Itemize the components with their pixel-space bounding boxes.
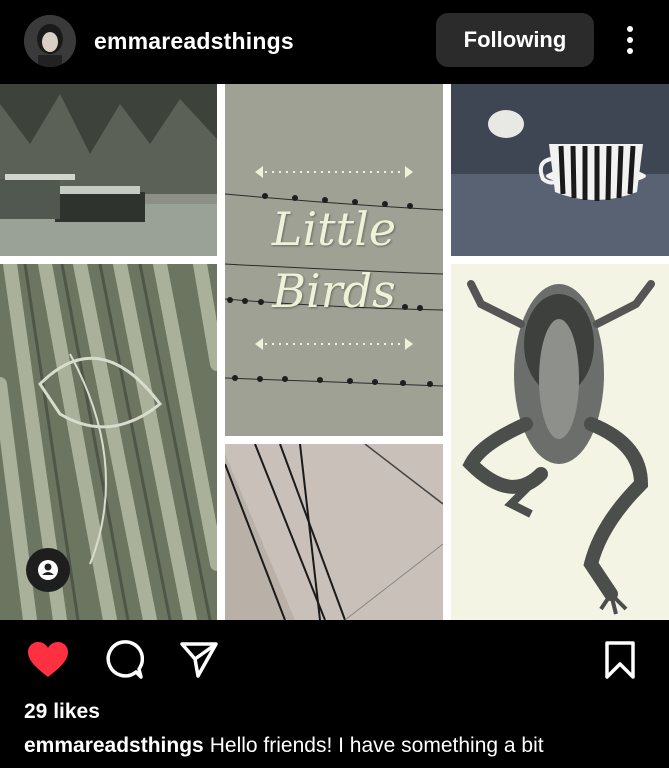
likes-count[interactable]: 29 likes xyxy=(24,700,100,724)
post-actions xyxy=(0,620,669,700)
avatar[interactable] xyxy=(24,15,76,67)
share-icon[interactable] xyxy=(177,638,221,682)
more-icon[interactable] xyxy=(618,24,642,58)
collage-photo-envelopes xyxy=(225,444,443,620)
post-caption: emmareadsthings Hello friends! I have som… xyxy=(24,734,544,758)
collage-title-line1: Little xyxy=(271,202,397,256)
bookmark-icon[interactable] xyxy=(598,638,642,682)
heart-icon[interactable] xyxy=(26,638,70,682)
post-header: emmareadsthings Following xyxy=(0,0,669,84)
collage-title-line2: Birds xyxy=(272,264,396,318)
collage-photo-frog xyxy=(451,264,669,620)
caption-username[interactable]: emmareadsthings xyxy=(24,734,204,757)
user-tag-icon[interactable] xyxy=(26,548,70,592)
collage-photo-teacup xyxy=(451,84,669,256)
following-button[interactable]: Following xyxy=(436,13,594,67)
post-image[interactable]: Little Birds xyxy=(0,84,669,620)
post-username[interactable]: emmareadsthings xyxy=(94,28,294,55)
collage-title-card: Little Birds xyxy=(225,84,443,436)
collage-photo-swamp xyxy=(0,84,217,256)
caption-text: Hello friends! I have something a bit xyxy=(209,734,544,757)
comment-icon[interactable] xyxy=(101,638,145,682)
